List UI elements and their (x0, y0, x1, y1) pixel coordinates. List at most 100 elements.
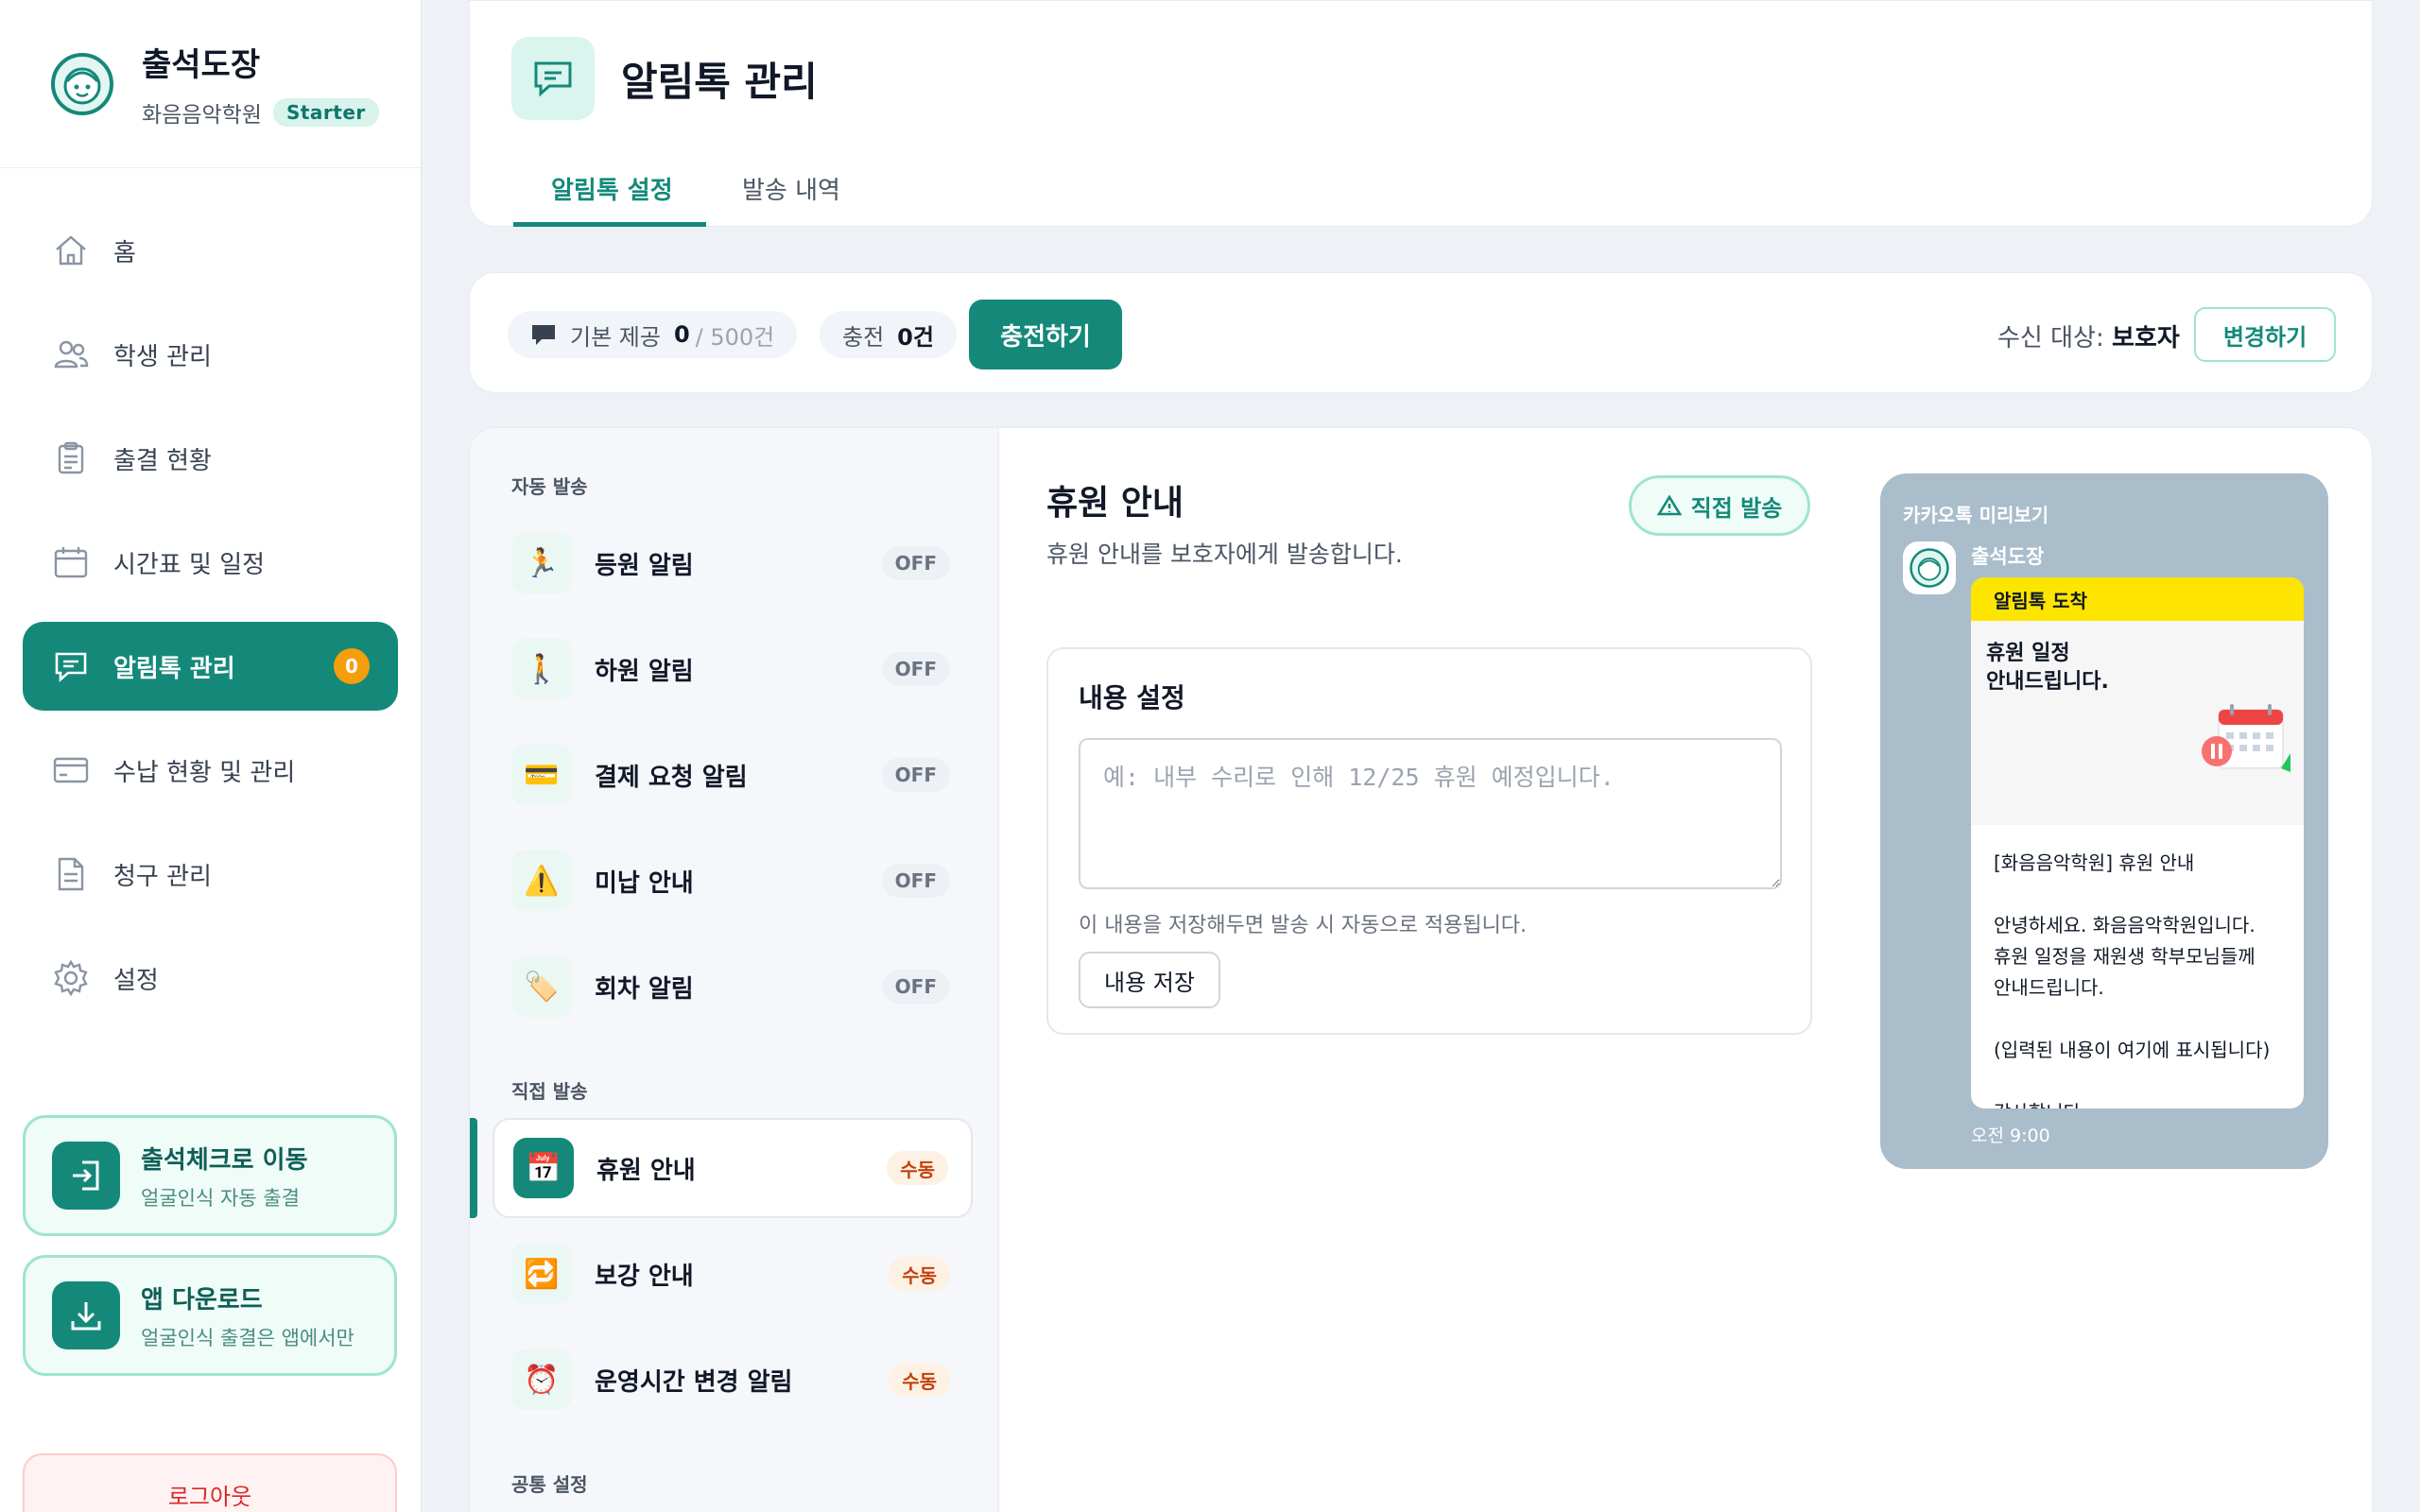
section-common-label: 공통 설정 (511, 1473, 588, 1496)
list-item-arrival[interactable]: 🏃 등원 알림 OFF (493, 513, 973, 613)
download-title: 앱 다운로드 (141, 1285, 263, 1314)
sidebar-item-label: 설정 (113, 966, 159, 995)
sidebar-item-label: 시간표 및 일정 (113, 550, 266, 579)
active-tab-indicator (513, 222, 706, 227)
status-badge: 수동 (889, 1363, 950, 1397)
preview-timestamp: 오전 9:00 (1971, 1125, 2050, 1146)
content-settings-box: 내용 설정 이 내용을 저장해두면 발송 시 자동으로 적용됩니다. 내용 저장 (1046, 647, 1812, 1035)
download-icon (52, 1281, 120, 1349)
bubble-hero: 휴원 일정 안내드립니다. (1971, 621, 2304, 825)
alarm-clock-icon: ⏰ (511, 1349, 572, 1410)
message-bubble: 알림톡 도착 휴원 일정 안내드립니다. [화음음악학원] 휴원 안내 안녕하세… (1971, 577, 2304, 1108)
repeat-icon: 🔁 (511, 1244, 572, 1304)
sidebar-item-label: 청구 관리 (113, 862, 212, 891)
sidebar-item-students[interactable]: 학생 관리 (23, 310, 398, 399)
body-line-4: 감사합니다. (1994, 1097, 2281, 1108)
sidebar-item-label: 알림톡 관리 (113, 654, 235, 683)
item-label: 운영시간 변경 알림 (595, 1367, 793, 1397)
ticket-icon: 🏷️ (511, 956, 572, 1017)
avatar (1903, 541, 1956, 594)
status-badge: 수동 (889, 1257, 950, 1291)
charge-value: 0건 (897, 323, 934, 351)
preview-label: 카카오톡 미리보기 (1903, 504, 2049, 526)
hero-title: 휴원 일정 안내드립니다. (1986, 640, 2109, 696)
sidebar-item-settings[interactable]: 설정 (23, 934, 398, 1022)
sidebar-nav: 홈 학생 관리 출결 현황 시간표 및 일정 알림톡 관리 0 수납 현황 및 … (0, 168, 421, 1022)
content-textarea[interactable] (1079, 738, 1782, 889)
tab-history[interactable]: 발송 내역 (742, 171, 840, 206)
list-item-hours-change[interactable]: ⏰ 운영시간 변경 알림 수동 (493, 1330, 973, 1430)
base-quota-label: 기본 제공 (570, 323, 661, 351)
status-badge: OFF (881, 864, 950, 898)
item-label: 미납 안내 (595, 868, 694, 898)
clipboard-icon (58, 441, 84, 474)
chat-icon (511, 37, 595, 120)
users-icon (54, 340, 89, 369)
change-recipient-button[interactable]: 변경하기 (2194, 307, 2336, 362)
base-quota-total: / 500건 (695, 323, 775, 351)
bubble-header: 알림톡 도착 (1971, 577, 2304, 621)
logout-button[interactable]: 로그아웃 (23, 1453, 397, 1512)
recipient-value: 보호자 (2111, 324, 2180, 352)
bubble-body: [화음음악학원] 휴원 안내 안녕하세요. 화음음악학원입니다. 휴원 일정을 … (1971, 825, 2304, 1108)
page-title: 알림톡 관리 (621, 59, 818, 105)
body-line-2: 안녕하세요. 화음음악학원입니다. 휴원 일정을 재원생 학부모님들께 안내드립… (1994, 914, 2256, 999)
sidebar-item-label: 홈 (113, 238, 136, 267)
checkin-shortcut-card[interactable]: 출석체크로 이동 얼굴인식 자동 출결 (23, 1115, 397, 1236)
detail-title: 휴원 안내 (1046, 484, 1184, 523)
list-item-session[interactable]: 🏷️ 회차 알림 OFF (493, 936, 973, 1037)
document-icon (58, 857, 84, 891)
body-line-3: (입력된 내용이 여기에 표시됩니다) (1994, 1039, 2271, 1061)
status-badge: OFF (881, 652, 950, 686)
template-list: 자동 발송 🏃 등원 알림 OFF 🚶 하원 알림 OFF 💳 결제 요청 알림… (470, 428, 999, 1512)
checkin-subtitle: 얼굴인식 자동 출결 (141, 1186, 300, 1210)
direct-send-button[interactable]: 직접 발송 (1629, 475, 1810, 536)
running-person-icon: 🏃 (511, 533, 572, 593)
logo-icon (1910, 548, 1949, 588)
page-header: 알림톡 관리 알림톡 설정 발송 내역 (469, 0, 2373, 227)
list-item-closure[interactable]: 📅 휴원 안내 수동 (493, 1118, 973, 1218)
recipient-info: 수신 대상: 보호자 (1997, 318, 2180, 353)
download-subtitle: 얼굴인식 출결은 앱에서만 (141, 1326, 354, 1349)
save-content-button[interactable]: 내용 저장 (1079, 952, 1220, 1008)
academy-name: 화음음악학원 (142, 103, 262, 128)
status-badge: OFF (881, 546, 950, 580)
home-icon (56, 235, 86, 266)
base-quota-pill: 기본 제공 0 / 500건 (508, 311, 798, 358)
sidebar-item-attendance[interactable]: 출결 현황 (23, 414, 398, 503)
sidebar-item-schedule[interactable]: 시간표 및 일정 (23, 518, 398, 607)
sidebar-item-alimtalk[interactable]: 알림톡 관리 0 (23, 622, 398, 711)
credit-card-icon: 💳 (511, 745, 572, 805)
sidebar-item-label: 출결 현황 (113, 446, 212, 475)
login-icon (52, 1142, 120, 1210)
item-label: 등원 알림 (595, 551, 694, 580)
sidebar-item-home[interactable]: 홈 (23, 206, 398, 295)
tab-settings[interactable]: 알림톡 설정 (551, 171, 673, 206)
content-title: 내용 설정 (1079, 682, 1185, 713)
sidebar: 출석도장 화음음악학원 Starter 홈 학생 관리 출결 현황 시간표 및 … (0, 0, 422, 1512)
sidebar-item-label: 수납 현황 및 관리 (113, 758, 296, 787)
list-item-makeup[interactable]: 🔁 보강 안내 수동 (493, 1224, 973, 1324)
plan-badge: Starter (272, 98, 379, 127)
item-label: 하원 알림 (595, 657, 694, 686)
sidebar-item-billing[interactable]: 청구 관리 (23, 830, 398, 919)
body-line-1: [화음음악학원] 휴원 안내 (1994, 851, 2195, 874)
warning-icon (1656, 494, 1682, 516)
brand: 출석도장 화음음악학원 Starter (0, 0, 421, 168)
list-item-departure[interactable]: 🚶 하원 알림 OFF (493, 619, 973, 719)
charge-pill: 충전 0건 (820, 311, 957, 358)
notification-count-badge: 0 (334, 648, 370, 684)
brand-name: 출석도장 (142, 46, 261, 84)
list-item-payment-request[interactable]: 💳 결제 요청 알림 OFF (493, 725, 973, 825)
card-icon (53, 757, 89, 783)
checkin-title: 출석체크로 이동 (141, 1145, 308, 1175)
status-badge: OFF (881, 758, 950, 792)
calendar-17-icon: 📅 (513, 1138, 574, 1198)
charge-button[interactable]: 충전하기 (969, 300, 1122, 369)
app-download-card[interactable]: 앱 다운로드 얼굴인식 출결은 앱에서만 (23, 1255, 397, 1376)
template-detail: 휴원 안내 휴원 안내를 보호자에게 발송합니다. 직접 발송 내용 설정 이 … (999, 428, 1850, 1512)
list-item-unpaid[interactable]: ⚠️ 미납 안내 OFF (493, 831, 973, 931)
item-label: 보강 안내 (595, 1262, 694, 1291)
sidebar-item-payments[interactable]: 수납 현황 및 관리 (23, 726, 398, 815)
gear-icon (54, 959, 88, 997)
